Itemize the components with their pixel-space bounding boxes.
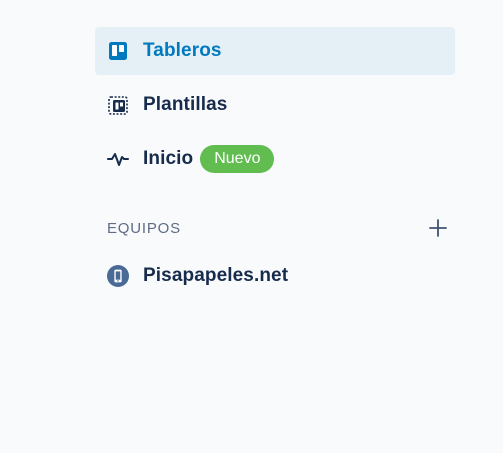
new-badge: Nuevo: [200, 145, 275, 173]
board-icon: [107, 40, 129, 62]
sidebar-item-home[interactable]: Inicio Nuevo: [95, 135, 455, 183]
teams-section-title: EQUIPOS: [107, 219, 181, 237]
add-team-button[interactable]: [421, 211, 455, 245]
sidebar-item-label: Inicio: [143, 148, 194, 169]
sidebar-item-boards[interactable]: Tableros: [95, 27, 455, 75]
teams-section-header: EQUIPOS: [95, 211, 455, 245]
template-icon: [107, 94, 129, 116]
sidebar-item-label: Tableros: [143, 40, 222, 61]
sidebar-item-templates[interactable]: Plantillas: [95, 81, 455, 129]
sidebar-item-label: Plantillas: [143, 94, 228, 115]
team-label: Pisapapeles.net: [143, 265, 289, 286]
plus-icon: [429, 219, 447, 237]
team-phone-icon: [107, 265, 129, 287]
team-item[interactable]: Pisapapeles.net: [95, 252, 455, 300]
teams-list: Pisapapeles.net: [95, 252, 455, 300]
sidebar-nav: Tableros Plantillas Inicio Nuevo: [95, 27, 455, 183]
activity-icon: [107, 148, 129, 170]
